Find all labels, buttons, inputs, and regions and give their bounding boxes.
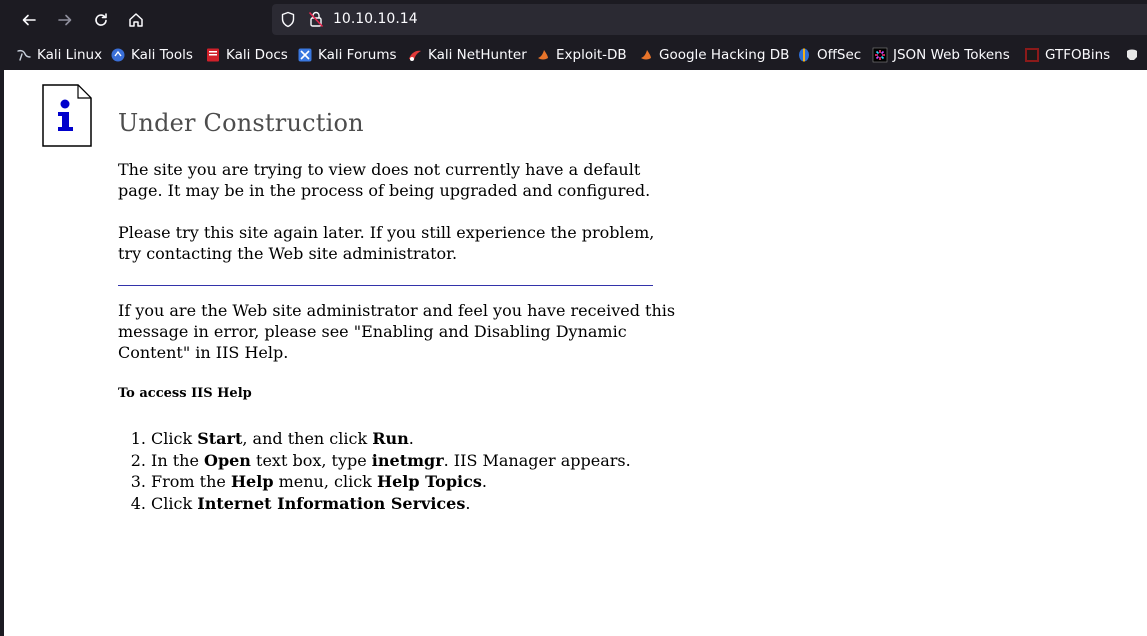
insecure-lock-icon[interactable]	[308, 10, 324, 28]
forward-arrow-icon	[58, 14, 72, 26]
divider-rule	[118, 285, 653, 286]
help-heading: To access IIS Help	[118, 386, 252, 401]
kali-tools-icon	[110, 47, 126, 63]
url-text[interactable]: 10.10.10.14	[333, 10, 418, 28]
bookmark-label: JSON Web Tokens	[893, 47, 1010, 63]
step-emphasis: inetmgr	[371, 450, 444, 470]
bookmark-json-web-tokens[interactable]: JSON Web Tokens	[872, 46, 1010, 64]
reload-button[interactable]	[88, 8, 114, 32]
step-emphasis: Help	[230, 472, 274, 491]
bookmark-label: GTFOBins	[1045, 47, 1111, 63]
bookmark-kali-nethunter[interactable]: Kali NetHunter	[407, 46, 527, 64]
step-text: Click	[151, 429, 198, 448]
step-emphasis: Internet Information Services	[197, 493, 466, 513]
step-text: From the	[151, 472, 231, 491]
step-text: .	[465, 493, 471, 513]
retry-paragraph: Please try this site again later. If you…	[118, 223, 655, 263]
step-emphasis: Start	[197, 429, 243, 448]
home-icon	[129, 13, 143, 27]
step-text: menu, click	[273, 472, 377, 491]
step-text: Click	[151, 493, 198, 513]
exploit-db-icon	[535, 47, 551, 63]
browser-toolbar: 10.10.10.14	[0, 0, 1147, 40]
step-emphasis: Open	[204, 450, 251, 470]
help-step-item: 4. Click Internet Information Services.	[118, 493, 631, 515]
bookmark-label: Kali Tools	[131, 47, 193, 63]
ghdb-icon	[638, 47, 654, 63]
bookmark-label: OffSec	[817, 47, 862, 63]
bookmark-exploit-db[interactable]: Exploit-DB	[535, 46, 627, 64]
bookmark-kali-linux[interactable]: Kali Linux	[16, 46, 102, 64]
bookmarks-bar: Kali Linux Kali Tools Kali Docs Kali For…	[0, 40, 1147, 70]
step-number: 3.	[130, 472, 146, 491]
nethunter-icon	[407, 47, 423, 63]
step-emphasis: Help Topics	[376, 472, 482, 491]
gtfobins-icon	[1024, 47, 1040, 63]
back-arrow-icon	[22, 14, 36, 26]
bookmark-kali-docs[interactable]: Kali Docs	[205, 46, 288, 64]
bookmark-label: Kali Docs	[226, 47, 288, 63]
step-emphasis: Run	[372, 429, 409, 448]
step-number: 1.	[130, 429, 146, 448]
tracking-shield-icon[interactable]	[280, 11, 296, 28]
bookmark-label: Kali Linux	[37, 47, 103, 63]
step-number: 4.	[130, 493, 146, 513]
kali-dragon-icon	[16, 47, 32, 63]
step-text: text box, type	[250, 450, 372, 470]
forward-button[interactable]	[52, 8, 78, 32]
step-text: .	[481, 472, 487, 491]
step-text: . IIS Manager appears.	[443, 450, 631, 470]
jwt-icon	[872, 47, 888, 63]
reload-icon	[95, 13, 107, 26]
back-button[interactable]	[16, 8, 42, 32]
bookmark-kali-tools[interactable]: Kali Tools	[110, 46, 193, 64]
bookmark-gtfobins[interactable]: GTFOBins	[1024, 46, 1110, 64]
kali-docs-icon	[205, 47, 221, 63]
step-number: 2.	[130, 450, 146, 470]
bookmark-label: Exploit-DB	[556, 47, 627, 63]
page-title: Under Construction	[118, 109, 364, 137]
help-step-item: 3. From the Help menu, click Help Topics.	[118, 471, 631, 493]
kali-forums-icon	[297, 47, 313, 63]
info-document-icon	[42, 84, 92, 147]
home-button[interactable]	[123, 8, 149, 32]
help-steps-list: 1. Click Start, and then click Run. 2. In t…	[118, 428, 631, 514]
intro-paragraph: The site you are trying to view does not…	[118, 160, 651, 200]
url-bar[interactable]: 10.10.10.14	[272, 4, 1147, 35]
offsec-icon	[796, 47, 812, 63]
bookmark-label: Kali Forums	[318, 47, 397, 63]
step-text: .	[408, 429, 414, 448]
help-step-item: 1. Click Start, and then click Run.	[118, 428, 631, 450]
help-step-item: 2. In the Open text box, type inetmgr. II…	[118, 450, 631, 472]
bookmark-partial-icon	[1124, 47, 1140, 63]
bookmark-label: Google Hacking DB	[659, 47, 790, 63]
step-text: In the	[151, 450, 204, 470]
bookmark-kali-forums[interactable]: Kali Forums	[297, 46, 397, 64]
bookmark-offsec[interactable]: OffSec	[796, 46, 861, 64]
admin-paragraph: If you are the Web site administrator an…	[118, 301, 676, 362]
bookmark-google-hacking-db[interactable]: Google Hacking DB	[638, 46, 789, 64]
bookmark-label: Kali NetHunter	[428, 47, 527, 63]
bookmark-overflow[interactable]	[1124, 46, 1145, 64]
step-text: , and then click	[242, 429, 373, 448]
page-content: Under Construction The site you are tryi…	[4, 70, 1147, 636]
